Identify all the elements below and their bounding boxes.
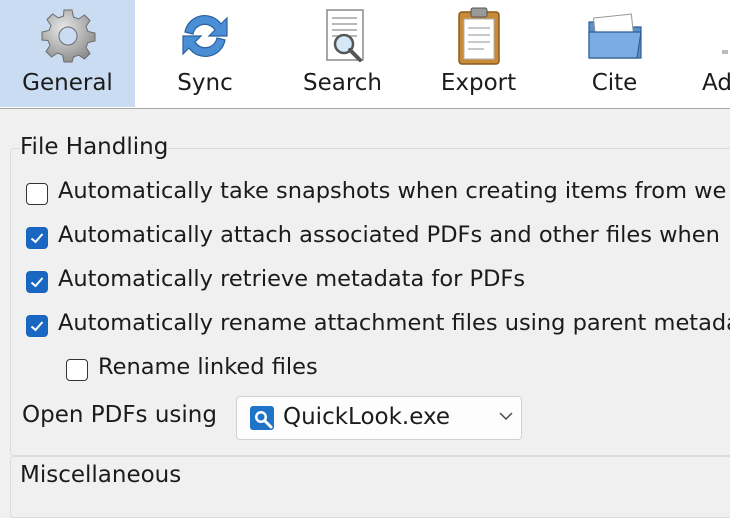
option-label: Automatically rename attachment files us… (58, 310, 730, 336)
folder-icon (587, 13, 642, 59)
gear-icon (41, 9, 95, 63)
tab-cite-label: Cite (591, 70, 638, 96)
tab-advanced-label: Ad (702, 70, 730, 96)
checkbox[interactable] (26, 271, 48, 293)
quicklook-app-icon (250, 406, 274, 430)
tab-search-label: Search (302, 70, 383, 96)
option-label: Rename linked files (98, 354, 318, 380)
checkmark-icon (30, 277, 44, 288)
open-pdfs-select[interactable]: QuickLook.exe (236, 396, 522, 440)
file-handling-title: File Handling (20, 134, 169, 160)
tab-export-label: Export (440, 70, 517, 96)
checkbox[interactable] (26, 227, 48, 249)
tab-general[interactable]: General (0, 0, 135, 107)
preferences-toolbar: General Sync Search Export Cite Ad (0, 0, 730, 109)
tab-advanced[interactable]: Ad (682, 0, 730, 107)
clipboard-icon (457, 7, 500, 65)
open-pdfs-label: Open PDFs using (22, 402, 217, 428)
checkmark-icon (30, 233, 44, 244)
option-label: Automatically retrieve metadata for PDFs (58, 266, 526, 292)
tab-general-label: General (22, 70, 113, 96)
chevron-down-icon (499, 412, 513, 420)
option-label: Automatically attach associated PDFs and… (58, 222, 720, 248)
tab-sync[interactable]: Sync (135, 0, 275, 107)
checkbox[interactable] (26, 315, 48, 337)
tab-sync-label: Sync (177, 70, 233, 96)
option-label: Automatically take snapshots when creati… (58, 178, 727, 204)
tab-export[interactable]: Export (410, 0, 547, 107)
miscellaneous-title: Miscellaneous (20, 462, 182, 488)
checkmark-icon (30, 321, 44, 332)
tab-cite[interactable]: Cite (547, 0, 682, 107)
advanced-icon (722, 50, 728, 54)
tab-search[interactable]: Search (275, 0, 410, 107)
checkbox[interactable] (26, 183, 48, 205)
search-document-icon (325, 9, 364, 62)
sync-icon (182, 14, 228, 58)
checkbox[interactable] (66, 359, 88, 381)
open-pdfs-value: QuickLook.exe (283, 404, 451, 430)
